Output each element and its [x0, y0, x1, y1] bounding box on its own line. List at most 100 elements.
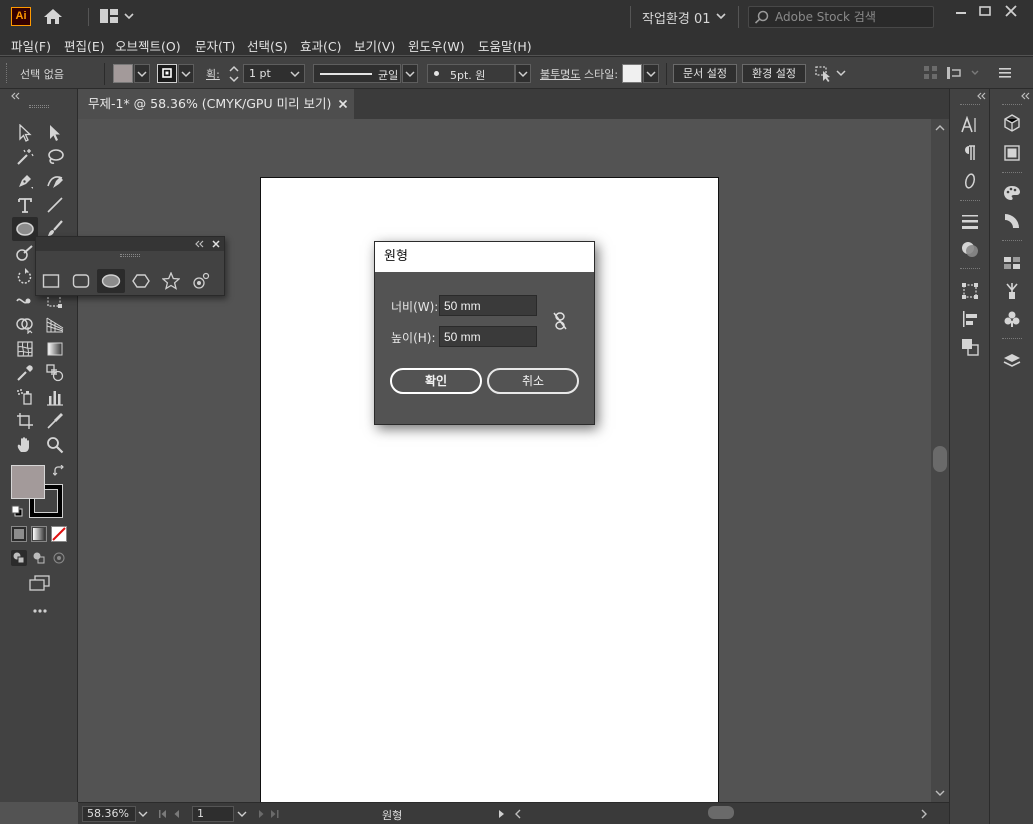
libraries-panel-icon[interactable]	[999, 110, 1025, 136]
rotate-tool-icon[interactable]	[14, 266, 36, 288]
vertical-scroll-thumb[interactable]	[933, 446, 947, 472]
artboard-tool-icon[interactable]	[14, 410, 36, 432]
menu-edit[interactable]: 편집(E)	[64, 36, 105, 55]
brushes-panel-icon[interactable]	[999, 278, 1025, 304]
stroke-label[interactable]: 획:	[206, 66, 220, 82]
horizontal-scroll-thumb[interactable]	[708, 806, 734, 819]
column-graph-tool-icon[interactable]	[44, 386, 66, 408]
transform-panel-icon[interactable]	[957, 278, 983, 304]
last-artboard-icon[interactable]	[256, 809, 284, 819]
swap-colors-icon[interactable]	[53, 465, 65, 477]
menu-help[interactable]: 도움말(H)	[478, 36, 532, 55]
graphic-style-dropdown[interactable]	[643, 64, 659, 83]
stroke-weight-stepper[interactable]	[227, 64, 241, 84]
curvature-tool-icon[interactable]	[44, 170, 66, 192]
layers-panel-icon[interactable]	[999, 348, 1025, 374]
stroke-profile-dropdown[interactable]	[402, 64, 418, 83]
stroke-profile-select[interactable]: 균일	[313, 64, 401, 83]
polygon-tool-icon[interactable]	[129, 269, 153, 293]
flare-tool-icon[interactable]	[189, 269, 213, 293]
constrain-proportions-icon[interactable]	[552, 311, 568, 331]
gradient-tool-icon[interactable]	[44, 338, 66, 360]
draw-inside-icon[interactable]	[51, 550, 67, 566]
dialog-title[interactable]: 원형	[375, 242, 594, 272]
menu-type[interactable]: 문자(T)	[195, 36, 235, 55]
menu-effect[interactable]: 효과(C)	[300, 36, 341, 55]
magic-wand-tool-icon[interactable]	[14, 146, 36, 168]
rounded-rectangle-tool-icon[interactable]	[69, 269, 93, 293]
panel-grip[interactable]	[29, 105, 49, 106]
collapse-icon[interactable]	[194, 240, 204, 248]
document-tab[interactable]: 무제-1* @ 58.36% (CMYK/GPU 미리 보기)	[78, 89, 354, 119]
selection-tool-icon[interactable]	[14, 122, 36, 144]
pathfinder-panel-icon[interactable]	[957, 334, 983, 360]
zoom-dropdown-icon[interactable]	[138, 810, 148, 818]
panel-grip[interactable]	[6, 63, 9, 83]
direct-selection-tool-icon[interactable]	[44, 122, 66, 144]
height-field[interactable]	[439, 326, 537, 347]
mesh-tool-icon[interactable]	[14, 338, 36, 360]
lasso-tool-icon[interactable]	[44, 146, 66, 168]
expand-panels-icon[interactable]	[1020, 92, 1030, 100]
slice-tool-icon[interactable]	[44, 410, 66, 432]
flyout-ellipse-tool-icon[interactable]	[97, 269, 125, 293]
arrange-documents-icon[interactable]	[100, 9, 134, 23]
gradient-mode-button[interactable]	[31, 526, 47, 542]
menu-object[interactable]: 오브젝트(O)	[115, 36, 181, 55]
transparency-panel-icon[interactable]	[957, 236, 983, 262]
stock-search-input[interactable]: Adobe Stock 검색	[748, 6, 934, 28]
width-tool-icon[interactable]	[14, 290, 36, 312]
scroll-left-icon[interactable]	[514, 809, 522, 819]
zoom-level-input[interactable]: 58.36%	[82, 806, 136, 822]
panel-grip[interactable]	[120, 254, 140, 255]
chevron-down-icon[interactable]	[716, 12, 726, 20]
scroll-right-icon[interactable]	[920, 809, 928, 819]
expand-panels-icon[interactable]	[976, 92, 986, 100]
opacity-label[interactable]: 불투명도	[540, 66, 580, 82]
home-icon[interactable]	[43, 7, 63, 25]
graphic-style-swatch[interactable]	[622, 64, 642, 83]
stroke-panel-icon[interactable]	[957, 208, 983, 234]
artboard-dropdown-icon[interactable]	[237, 810, 247, 818]
draw-behind-icon[interactable]	[31, 550, 47, 566]
eyedropper-tool-icon[interactable]	[14, 362, 36, 384]
symbol-sprayer-tool-icon[interactable]	[14, 386, 36, 408]
close-window-button[interactable]	[999, 3, 1023, 21]
character-panel-icon[interactable]	[957, 112, 983, 138]
properties-panel-icon[interactable]	[999, 140, 1025, 166]
blend-tool-icon[interactable]	[44, 362, 66, 384]
menu-select[interactable]: 선택(S)	[247, 36, 288, 55]
cancel-button[interactable]: 취소	[487, 368, 579, 394]
draw-normal-icon[interactable]	[11, 550, 27, 566]
transform-icon[interactable]	[947, 66, 983, 80]
restore-button[interactable]	[973, 3, 997, 21]
symbols-panel-icon[interactable]	[999, 306, 1025, 332]
default-colors-icon[interactable]	[11, 505, 23, 517]
zoom-tool-icon[interactable]	[44, 434, 66, 456]
color-guide-panel-icon[interactable]	[999, 208, 1025, 234]
document-setup-button[interactable]: 문서 설정	[673, 64, 737, 83]
brush-select[interactable]: 5pt. 원	[427, 64, 515, 83]
panel-grip[interactable]	[960, 104, 980, 106]
hand-tool-icon[interactable]	[14, 434, 36, 456]
panel-grip[interactable]	[1002, 104, 1022, 106]
swatches-panel-icon[interactable]	[999, 250, 1025, 276]
stroke-dropdown[interactable]	[178, 64, 194, 83]
opentype-panel-icon[interactable]	[957, 168, 983, 194]
menu-view[interactable]: 보기(V)	[354, 36, 395, 55]
select-similar-icon[interactable]	[815, 65, 847, 83]
scroll-down-icon[interactable]	[935, 789, 945, 797]
close-flyout-icon[interactable]	[212, 240, 220, 248]
pen-tool-icon[interactable]	[14, 170, 36, 192]
perspective-grid-tool-icon[interactable]	[44, 314, 66, 336]
rectangle-tool-icon[interactable]	[39, 269, 63, 293]
paragraph-panel-icon[interactable]	[957, 140, 983, 166]
workspace-switcher[interactable]: 작업환경 01	[642, 8, 711, 27]
fill-swatch[interactable]	[113, 64, 133, 83]
menu-file[interactable]: 파일(F)	[11, 36, 51, 55]
star-tool-icon[interactable]	[159, 269, 183, 293]
edit-toolbar-icon[interactable]	[32, 608, 48, 614]
minimize-button[interactable]	[949, 3, 973, 21]
shape-builder-tool-icon[interactable]	[14, 314, 36, 336]
stroke-swatch[interactable]	[157, 64, 177, 83]
